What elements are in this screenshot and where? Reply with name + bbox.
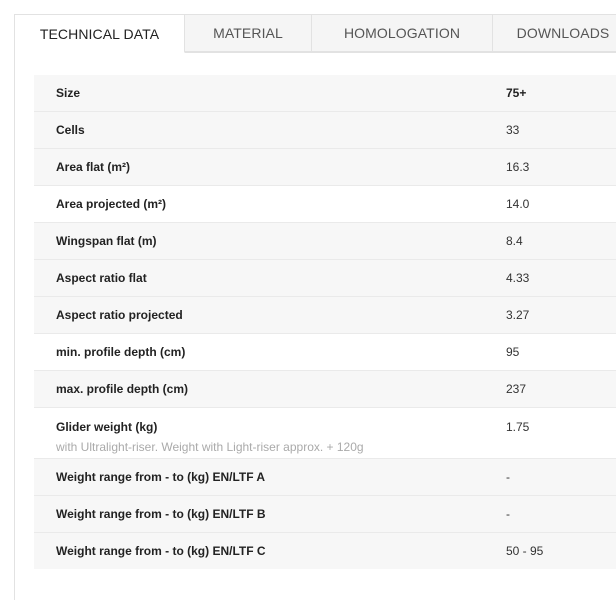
table-row: Glider weight (kg) with Ultralight-riser…: [34, 407, 616, 459]
tab-downloads[interactable]: DOWNLOADS: [493, 14, 616, 52]
row-label: Area flat (m²): [56, 160, 131, 174]
row-label: Area projected (m²): [56, 197, 167, 211]
row-value: 4.33: [506, 271, 530, 285]
row-label: min. profile depth (cm): [56, 345, 186, 359]
table-row: Wingspan flat (m) 8.4: [34, 222, 616, 260]
row-value: 8.4: [506, 234, 523, 248]
table-row: Weight range from - to (kg) EN/LTF C 50 …: [34, 532, 616, 569]
table-row: Area projected (m²) 14.0: [34, 185, 616, 223]
row-label: Size: [56, 86, 81, 100]
table-row: Size 75+: [34, 75, 616, 112]
row-value: 95: [506, 345, 520, 359]
table-row: Weight range from - to (kg) EN/LTF B -: [34, 495, 616, 533]
row-value: -: [506, 507, 510, 521]
row-label: Cells: [56, 123, 85, 137]
table-row: Aspect ratio flat 4.33: [34, 259, 616, 297]
table-row: max. profile depth (cm) 237: [34, 370, 616, 408]
tab-homologation[interactable]: HOMOLOGATION: [312, 14, 493, 52]
row-value: 50 - 95: [506, 544, 544, 558]
row-label: Weight range from - to (kg) EN/LTF B: [56, 507, 266, 521]
tab-bar: TECHNICAL DATA MATERIAL HOMOLOGATION DOW…: [14, 14, 616, 53]
row-value: 75+: [506, 86, 527, 100]
row-label: max. profile depth (cm): [56, 382, 189, 396]
row-label: Aspect ratio flat: [56, 271, 147, 285]
row-value: 33: [506, 123, 520, 137]
row-label: Aspect ratio projected: [56, 308, 183, 322]
table-row: Area flat (m²) 16.3: [34, 148, 616, 186]
table-row: Weight range from - to (kg) EN/LTF A -: [34, 458, 616, 496]
row-value: 16.3: [506, 160, 530, 174]
row-value: 14.0: [506, 197, 530, 211]
row-label: Weight range from - to (kg) EN/LTF C: [56, 544, 266, 558]
tab-material[interactable]: MATERIAL: [185, 14, 312, 52]
row-label: Glider weight (kg): [56, 420, 158, 434]
table-row: Aspect ratio projected 3.27: [34, 296, 616, 334]
row-label: Weight range from - to (kg) EN/LTF A: [56, 470, 266, 484]
row-label: Wingspan flat (m): [56, 234, 157, 248]
row-value: 3.27: [506, 308, 530, 322]
table-row: Cells 33: [34, 111, 616, 149]
tab-technical-data[interactable]: TECHNICAL DATA: [14, 14, 185, 53]
row-value: 1.75: [506, 420, 530, 434]
row-value: -: [506, 470, 510, 484]
row-note: with Ultralight-riser. Weight with Light…: [56, 440, 364, 454]
table-row: min. profile depth (cm) 95: [34, 333, 616, 371]
technical-data-table: Size 75+ Cells 33 Area flat (m²) 16.3 Ar…: [34, 75, 616, 569]
row-value: 237: [506, 382, 527, 396]
